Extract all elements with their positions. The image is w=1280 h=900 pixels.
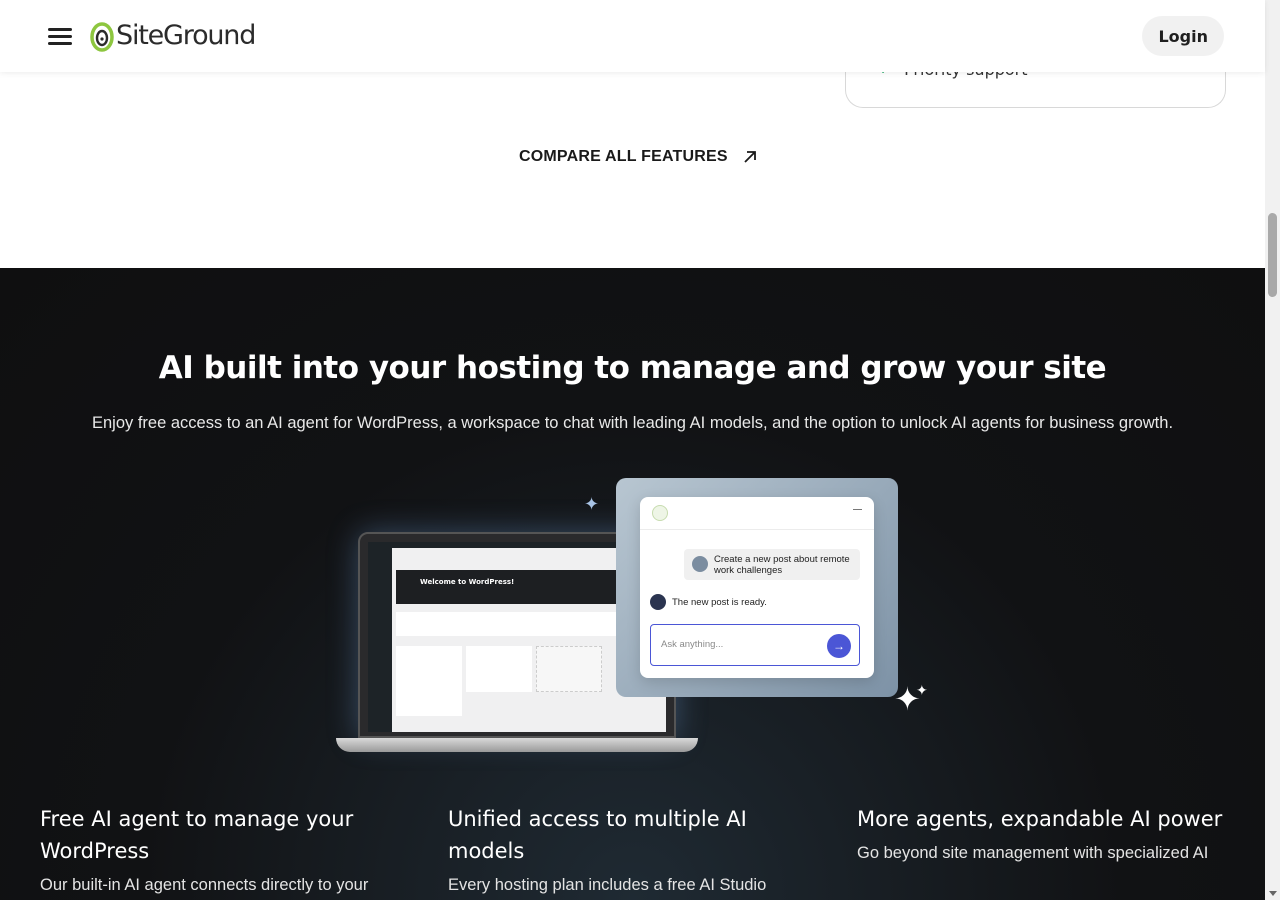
arrow-up-right-icon (744, 151, 756, 163)
chat-input-placeholder: Ask anything... (661, 639, 724, 650)
wp-widget (466, 646, 532, 692)
scroll-down-arrow-icon[interactable] (1269, 891, 1277, 896)
ai-section: AI built into your hosting to manage and… (0, 268, 1265, 900)
siteground-logo-icon (90, 22, 114, 52)
scrollbar-thumb[interactable] (1268, 213, 1277, 297)
menu-icon[interactable] (48, 28, 72, 45)
wp-sidebar (368, 548, 392, 732)
sparkle-icon: ✦ (584, 494, 600, 515)
login-button[interactable]: Login (1142, 16, 1224, 56)
page-scrollbar[interactable] (1265, 0, 1280, 900)
user-avatar (692, 556, 708, 572)
chat-bot-text: The new post is ready. (672, 596, 767, 608)
feature-ai-agent: Free AI agent to manage your WordPress O… (40, 803, 410, 895)
chat-user-text: Create a new post about remote work chal… (714, 554, 850, 576)
wp-welcome-panel: Welcome to WordPress! (396, 570, 636, 604)
ai-chat-window: Create a new post about remote work chal… (640, 497, 874, 678)
compare-features-label: COMPARE ALL FEATURES (519, 148, 728, 165)
chat-user-message: Create a new post about remote work chal… (684, 549, 860, 580)
wp-widget (396, 646, 462, 716)
feature-title: More agents, expandable AI power (857, 807, 1223, 831)
minimize-icon (853, 509, 862, 510)
sparkle-icon: ✦ (916, 683, 928, 699)
site-header: SiteGround Login (0, 0, 1265, 72)
feature-title: Free AI agent to manage your WordPress (40, 807, 354, 863)
laptop-base (336, 738, 698, 752)
chat-input: Ask anything... → (650, 624, 860, 666)
ai-chat-illustration: Create a new post about remote work chal… (616, 478, 898, 697)
feature-more-agents: More agents, expandable AI power Go beyo… (857, 803, 1227, 863)
chat-divider (640, 529, 874, 530)
wp-panel-row (396, 612, 636, 636)
compare-features-link[interactable]: COMPARE ALL FEATURES (519, 148, 758, 166)
ai-section-lead: Enjoy free access to an AI agent for Wor… (91, 414, 1174, 432)
wp-widget-placeholder (536, 646, 602, 692)
feature-text: Every hosting plan includes a free AI St… (448, 876, 767, 894)
send-arrow-icon: → (827, 634, 851, 658)
chat-bot-message: The new post is ready. (650, 594, 767, 610)
feature-ai-models: Unified access to multiple AI models Eve… (448, 803, 818, 895)
logo-text: SiteGround (116, 19, 256, 51)
bot-icon (650, 594, 666, 610)
feature-title: Unified access to multiple AI models (448, 807, 747, 863)
siteground-logo[interactable]: SiteGround (90, 18, 256, 52)
siteground-chat-icon (652, 505, 668, 521)
feature-text: Our built-in AI agent connects directly … (40, 876, 369, 894)
feature-text: Go beyond site management with specializ… (857, 844, 1209, 862)
ai-section-title: AI built into your hosting to manage and… (158, 350, 1107, 386)
